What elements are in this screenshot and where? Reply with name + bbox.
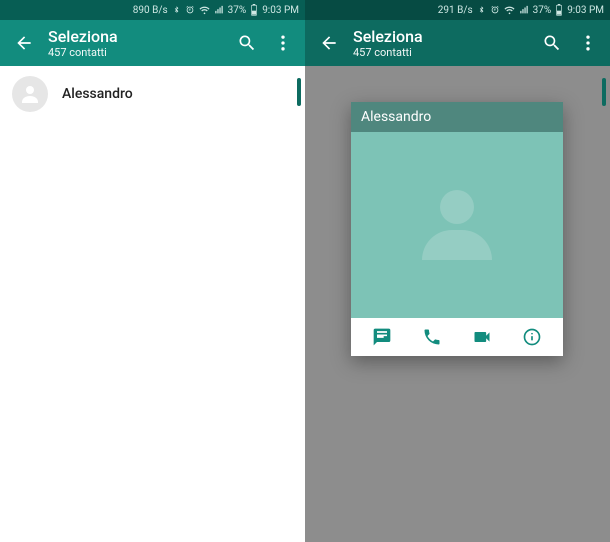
scroll-indicator[interactable]	[602, 78, 606, 106]
battery-text: 37%	[533, 5, 552, 16]
message-button[interactable]	[368, 323, 396, 351]
app-bar: Seleziona 457 contatti	[305, 20, 610, 66]
card-actions	[351, 318, 563, 356]
more-button[interactable]	[570, 25, 606, 61]
appbar-titles: Seleziona 457 contatti	[345, 28, 534, 59]
alarm-icon	[185, 5, 195, 15]
battery-icon	[250, 4, 258, 16]
bandwidth-text: 890 B/s	[133, 5, 168, 16]
screenshot-right: 291 B/s 37% 9:03 PM Seleziona 457 contat…	[305, 0, 610, 542]
wifi-icon	[504, 5, 515, 15]
back-button[interactable]	[8, 27, 40, 59]
status-bar: 890 B/s 37% 9:03 PM	[0, 0, 305, 20]
signal-icon	[214, 5, 224, 15]
alarm-icon	[490, 5, 500, 15]
contact-row[interactable]: Alessandro	[0, 66, 305, 122]
bluetooth-icon	[172, 5, 181, 15]
wifi-icon	[199, 5, 210, 15]
app-bar: Seleziona 457 contatti	[0, 20, 305, 66]
avatar	[12, 76, 48, 112]
info-button[interactable]	[518, 323, 546, 351]
appbar-subtitle: 457 contatti	[48, 46, 229, 59]
appbar-subtitle: 457 contatti	[353, 46, 534, 59]
screenshot-left: 890 B/s 37% 9:03 PM Seleziona 457 contat…	[0, 0, 305, 542]
card-avatar[interactable]	[351, 132, 563, 318]
more-button[interactable]	[265, 25, 301, 61]
contact-list[interactable]: Alessandro	[0, 66, 305, 542]
search-button[interactable]	[534, 25, 570, 61]
battery-text: 37%	[228, 5, 247, 16]
appbar-titles: Seleziona 457 contatti	[40, 28, 229, 59]
back-button[interactable]	[313, 27, 345, 59]
video-call-button[interactable]	[468, 323, 496, 351]
bluetooth-icon	[477, 5, 486, 15]
card-name[interactable]: Alessandro	[351, 102, 563, 132]
appbar-title: Seleziona	[48, 28, 229, 46]
bandwidth-text: 291 B/s	[438, 5, 473, 16]
battery-icon	[555, 4, 563, 16]
time-text: 9:03 PM	[262, 5, 299, 16]
time-text: 9:03 PM	[567, 5, 604, 16]
appbar-title: Seleziona	[353, 28, 534, 46]
contact-preview-card: Alessandro	[351, 102, 563, 356]
scroll-indicator[interactable]	[297, 78, 301, 106]
signal-icon	[519, 5, 529, 15]
status-bar: 291 B/s 37% 9:03 PM	[305, 0, 610, 20]
contact-name: Alessandro	[62, 86, 133, 102]
call-button[interactable]	[418, 323, 446, 351]
person-icon	[422, 190, 492, 260]
search-button[interactable]	[229, 25, 265, 61]
